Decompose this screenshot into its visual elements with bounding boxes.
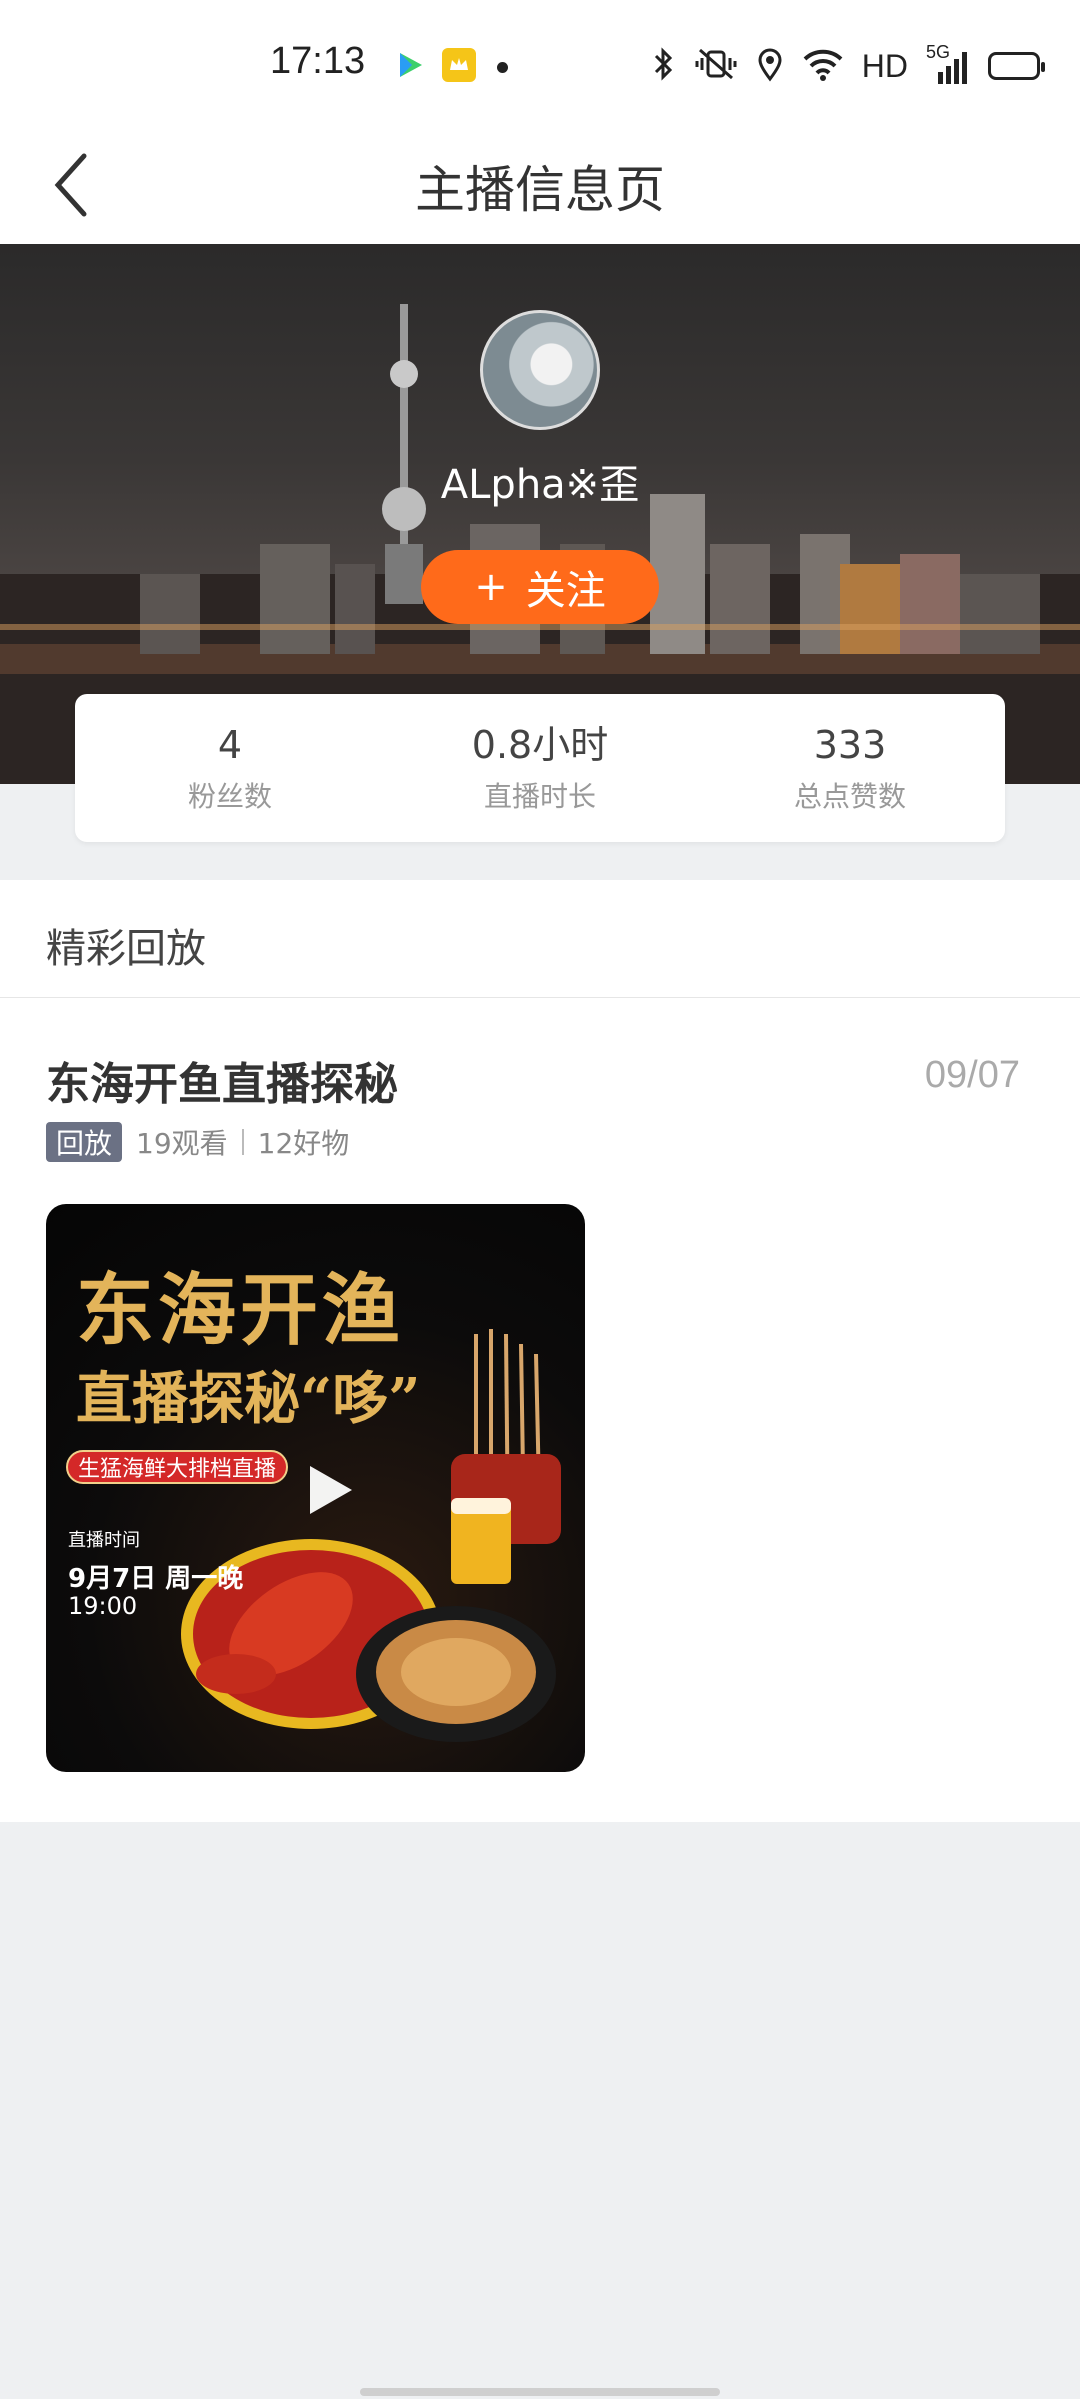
stat-value: 333 (813, 723, 887, 767)
stats-card: 4 粉丝数 0.8小时 直播时长 333 总点赞数 (75, 694, 1005, 842)
vibrate-icon (694, 46, 738, 86)
avatar[interactable] (480, 310, 600, 430)
home-indicator[interactable] (360, 2388, 720, 2396)
play-icon[interactable] (298, 1460, 358, 1520)
bluetooth-icon (652, 46, 676, 86)
poster-date: 9月7日 周一晚 (68, 1564, 244, 1594)
status-time: 17:13 (270, 40, 366, 82)
location-icon (756, 46, 784, 86)
page-title: 主播信息页 (415, 161, 665, 219)
video-app-icon (392, 48, 426, 82)
nav-bar: 主播信息页 (0, 130, 1080, 244)
meta-divider (241, 1129, 244, 1155)
replay-date: 09/07 (924, 1054, 1020, 1096)
poster-hour: 19:00 (68, 1592, 138, 1620)
replay-section-header: 精彩回放 (0, 880, 1080, 998)
view-count: 19观看 (136, 1127, 228, 1160)
battery-icon (988, 52, 1045, 80)
notification-dot (497, 62, 508, 73)
stat-label: 粉丝数 (187, 780, 272, 813)
stat-label: 总点赞数 (793, 780, 906, 813)
poster-banner: 生猛海鲜大排档直播 (66, 1450, 289, 1484)
signal-icon: 5G (926, 42, 970, 86)
replay-title: 东海开鱼直播探秘 (46, 1059, 398, 1110)
stat-value: 0.8小时 (471, 723, 609, 767)
poster-headline: 东海开渔 (76, 1265, 405, 1356)
poster-subheadline: 直播探秘“哆” (76, 1366, 421, 1432)
replay-thumbnail[interactable]: 东海开渔 直播探秘“哆” 生猛海鲜大排档直播 直播时间 9月7日 周一晚 19:… (46, 1204, 585, 1772)
anchor-name: ALpha※歪 (440, 462, 640, 508)
stat-live-duration: 0.8小时 直播时长 (390, 721, 690, 815)
follow-button[interactable]: + 关注 (421, 550, 659, 624)
poster-time-label: 直播时间 (68, 1530, 140, 1551)
stat-value: 4 (217, 723, 243, 767)
crown-app-icon (442, 48, 476, 82)
hd-label: HD (861, 47, 908, 84)
stat-likes: 333 总点赞数 (700, 721, 1000, 815)
status-bar: 17:13 HD 5G (0, 0, 1080, 130)
stat-label: 直播时长 (483, 780, 596, 813)
status-icons: HD 5G (652, 42, 1045, 88)
section-title: 精彩回放 (46, 926, 206, 972)
replay-meta: 回放 19观看 12好物 (46, 1122, 349, 1162)
follow-label: 关注 (525, 568, 606, 614)
stat-fans: 4 粉丝数 (80, 721, 380, 815)
replay-list-item[interactable]: 东海开鱼直播探秘 09/07 回放 19观看 12好物 东海开渔 直播探秘“哆”… (0, 998, 1080, 1822)
plus-icon: + (474, 564, 508, 610)
replay-badge: 回放 (46, 1122, 123, 1162)
wifi-icon (802, 47, 844, 85)
goods-count: 12好物 (257, 1127, 350, 1160)
